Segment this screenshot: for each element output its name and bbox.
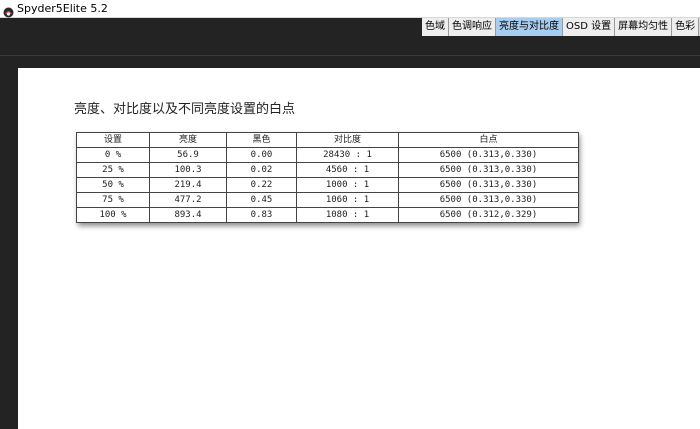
- section-heading: 亮度、对比度以及不同亮度设置的白点: [74, 102, 296, 117]
- table-row: 50 % 219.4 0.22 1000 : 1 6500 (0.313,0.3…: [76, 177, 579, 193]
- report-tabs: 色域 色调响应 亮度与对比度 OSD 设置 屏幕均匀性 色彩: [422, 18, 700, 36]
- header-white-point: 白点: [398, 132, 579, 148]
- cell-luminance: 100.3: [149, 162, 227, 178]
- cell-contrast: 1000 : 1: [296, 177, 399, 193]
- tab-gamut[interactable]: 色域: [422, 18, 449, 36]
- cell-setting: 25 %: [76, 162, 150, 178]
- window-title: Spyder5Elite 5.2: [17, 2, 108, 15]
- table-row: 25 % 100.3 0.02 4560 : 1 6500 (0.313,0.3…: [76, 162, 579, 178]
- tab-color[interactable]: 色彩: [672, 18, 700, 36]
- cell-white-point: 6500 (0.313,0.330): [398, 147, 579, 163]
- header-contrast: 对比度: [296, 132, 399, 148]
- cell-black: 0.00: [226, 147, 297, 163]
- cell-contrast: 28430 : 1: [296, 147, 399, 163]
- cell-setting: 100 %: [76, 207, 150, 223]
- brightness-table-container: 设置 亮度 黑色 对比度 白点 0 % 56.9 0.00 28430 : 1 …: [76, 132, 579, 223]
- tab-tone-response[interactable]: 色调响应: [449, 18, 496, 36]
- cell-black: 0.02: [226, 162, 297, 178]
- spyder-logo-icon: [3, 3, 14, 18]
- cell-white-point: 6500 (0.313,0.330): [398, 177, 579, 193]
- cell-luminance: 56.9: [149, 147, 227, 163]
- tab-screen-uniformity[interactable]: 屏幕均匀性: [615, 18, 673, 36]
- table-header-row: 设置 亮度 黑色 对比度 白点: [76, 132, 579, 148]
- header-luminance: 亮度: [149, 132, 227, 148]
- cell-luminance: 219.4: [149, 177, 227, 193]
- brightness-table: 设置 亮度 黑色 对比度 白点 0 % 56.9 0.00 28430 : 1 …: [76, 132, 579, 223]
- header-black: 黑色: [226, 132, 297, 148]
- tab-osd-settings[interactable]: OSD 设置: [563, 18, 616, 36]
- cell-black: 0.45: [226, 192, 297, 208]
- cell-white-point: 6500 (0.313,0.330): [398, 162, 579, 178]
- cell-setting: 0 %: [76, 147, 150, 163]
- cell-luminance: 477.2: [149, 192, 227, 208]
- left-margin: [0, 68, 18, 429]
- cell-luminance: 893.4: [149, 207, 227, 223]
- cell-contrast: 1080 : 1: [296, 207, 399, 223]
- table-row: 100 % 893.4 0.83 1080 : 1 6500 (0.312,0.…: [76, 207, 579, 223]
- cell-setting: 75 %: [76, 192, 150, 208]
- header-setting: 设置: [76, 132, 150, 148]
- cell-contrast: 1060 : 1: [296, 192, 399, 208]
- cell-white-point: 6500 (0.313,0.330): [398, 192, 579, 208]
- title-bar: Spyder5Elite 5.2: [0, 0, 700, 18]
- cell-white-point: 6500 (0.312,0.329): [398, 207, 579, 223]
- cell-black: 0.22: [226, 177, 297, 193]
- toolbar-divider: [0, 55, 700, 56]
- cell-setting: 50 %: [76, 177, 150, 193]
- tab-brightness-contrast[interactable]: 亮度与对比度: [496, 18, 563, 36]
- table-row: 0 % 56.9 0.00 28430 : 1 6500 (0.313,0.33…: [76, 147, 579, 163]
- report-panel: 亮度、对比度以及不同亮度设置的白点 设置 亮度 黑色 对比度 白点 0 % 56…: [18, 68, 700, 429]
- table-row: 75 % 477.2 0.45 1060 : 1 6500 (0.313,0.3…: [76, 192, 579, 208]
- cell-contrast: 4560 : 1: [296, 162, 399, 178]
- cell-black: 0.83: [226, 207, 297, 223]
